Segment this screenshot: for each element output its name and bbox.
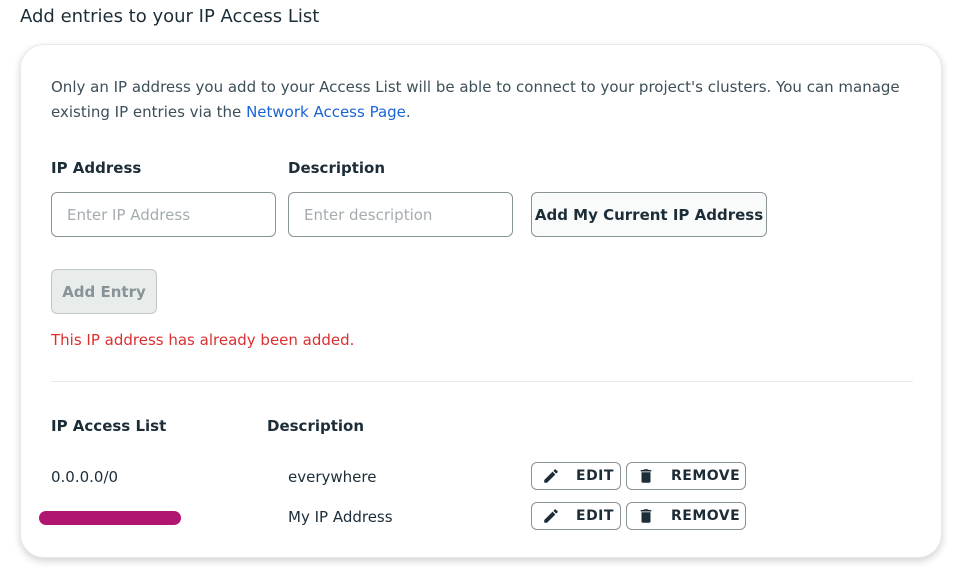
divider <box>51 381 913 382</box>
remove-button-label: REMOVE <box>671 468 741 484</box>
intro-text-after: . <box>405 103 411 121</box>
add-entry-button[interactable]: Add Entry <box>51 269 157 314</box>
page-title: Add entries to your IP Access List <box>20 6 320 27</box>
description-label: Description <box>288 159 386 177</box>
ip-access-list-header: IP Access List <box>51 417 167 435</box>
table-row-ip: 0.0.0.0/0 <box>51 468 119 486</box>
ip-address-label: IP Address <box>51 159 142 177</box>
description-column-header: Description <box>267 417 365 435</box>
edit-button-label: EDIT <box>576 508 614 524</box>
trash-icon <box>640 469 652 483</box>
pencil-icon <box>544 509 558 523</box>
trash-icon <box>640 509 652 523</box>
intro-text: Only an IP address you add to your Acces… <box>51 75 921 125</box>
network-access-link[interactable]: Network Access Page <box>246 103 406 121</box>
redacted-ip <box>39 511 181 525</box>
pencil-icon <box>544 469 558 483</box>
ip-address-input[interactable] <box>51 192 276 237</box>
add-current-ip-button[interactable]: Add My Current IP Address <box>531 192 767 237</box>
ip-access-card: Only an IP address you add to your Acces… <box>20 44 942 558</box>
intro-text-before: Only an IP address you add to your Acces… <box>51 78 900 121</box>
remove-button-label: REMOVE <box>671 508 741 524</box>
remove-button[interactable]: REMOVE <box>626 502 746 530</box>
add-entry-button-label: Add Entry <box>62 282 146 301</box>
edit-button[interactable]: EDIT <box>531 502 621 530</box>
table-row-description: everywhere <box>288 468 377 486</box>
error-message: This IP address has already been added. <box>51 331 355 349</box>
table-row-description: My IP Address <box>288 508 393 526</box>
add-current-ip-button-label: Add My Current IP Address <box>534 205 764 224</box>
remove-button[interactable]: REMOVE <box>626 462 746 490</box>
edit-button-label: EDIT <box>576 468 614 484</box>
description-input[interactable] <box>288 192 513 237</box>
edit-button[interactable]: EDIT <box>531 462 621 490</box>
